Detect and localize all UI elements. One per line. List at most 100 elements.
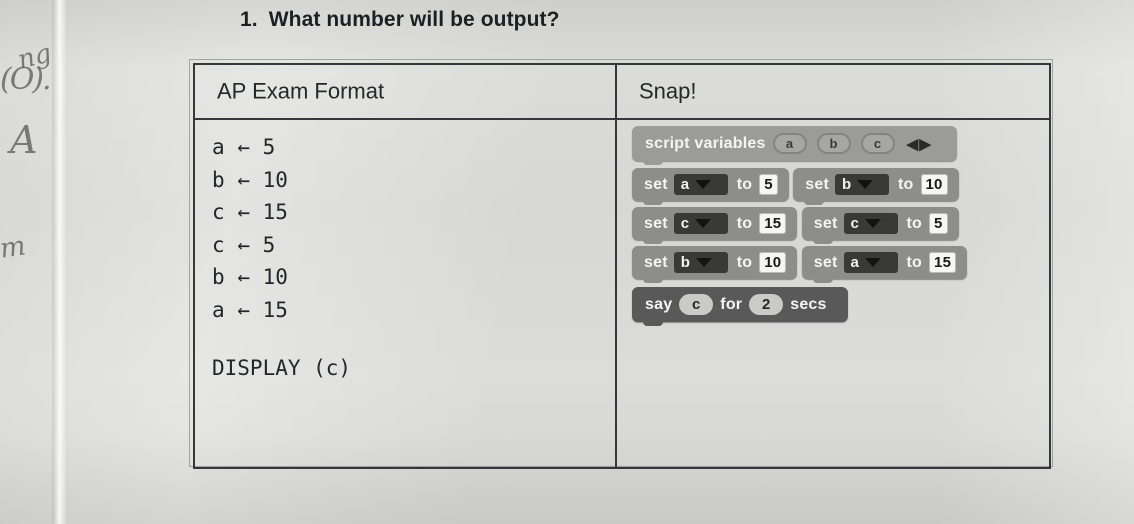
- assignment-arrow-icon: ←: [237, 167, 250, 192]
- say-keyword: say: [645, 295, 673, 313]
- set-block[interactable]: set a to 15: [801, 246, 968, 283]
- set-block[interactable]: set b to 10: [793, 168, 959, 205]
- script-variable-slot-c[interactable]: c: [860, 133, 895, 154]
- chevron-down-icon[interactable]: [865, 258, 882, 267]
- set-keyword: set: [813, 214, 838, 232]
- for-keyword: for: [720, 295, 743, 313]
- variable-dropdown[interactable]: c: [673, 213, 728, 234]
- variable-dropdown[interactable]: c: [843, 213, 898, 234]
- to-keyword: to: [736, 214, 753, 232]
- script-variable-slot-b[interactable]: b: [816, 133, 851, 154]
- pseudocode-var: c: [212, 200, 225, 224]
- value-input[interactable]: 10: [920, 174, 948, 195]
- assignment-arrow-icon: ←: [237, 297, 250, 322]
- say-seconds-slot[interactable]: 2: [749, 294, 784, 315]
- pseudocode-var: b: [212, 167, 225, 192]
- value-input[interactable]: 5: [759, 174, 778, 195]
- variable-dropdown[interactable]: b: [834, 174, 889, 195]
- table-body-row: a ← 5 b ← 10 c ← 15 c ← 5 b ← 10 a ← 15 …: [195, 120, 1049, 467]
- cell-snap-script: script variables a b c ◀ ▶ set a to 5 se…: [617, 120, 1049, 467]
- pseudocode-var: a: [212, 297, 225, 322]
- margin-note-4: m: [0, 230, 28, 265]
- value-input[interactable]: 10: [759, 252, 787, 273]
- secs-keyword: secs: [790, 295, 827, 313]
- snap-script-stack: script variables a b c ◀ ▶ set a to 5 se…: [632, 126, 1049, 326]
- variable-name: a: [680, 176, 690, 193]
- comparison-table: AP Exam Format Snap! a ← 5 b ← 10 c ← 15…: [193, 63, 1051, 469]
- header-cell-ap-exam-format: AP Exam Format: [195, 65, 617, 118]
- to-keyword: to: [736, 253, 753, 271]
- chevron-down-icon[interactable]: [865, 219, 882, 228]
- assignment-arrow-icon: ←: [237, 265, 250, 289]
- pseudocode-line: c ← 5: [212, 229, 351, 262]
- variable-name: c: [850, 215, 860, 232]
- to-keyword: to: [906, 253, 923, 271]
- set-keyword: set: [644, 253, 668, 271]
- set-block[interactable]: set c to 15: [632, 207, 798, 244]
- variable-name: b: [841, 176, 852, 193]
- question-text: What number will be output?: [268, 8, 560, 31]
- set-keyword: set: [805, 175, 829, 193]
- pseudocode-value: 5: [262, 135, 276, 159]
- pseudocode-value: 10: [262, 167, 288, 192]
- variable-dropdown[interactable]: a: [843, 252, 898, 273]
- pseudocode-var: c: [212, 232, 225, 257]
- pseudocode-listing: a ← 5 b ← 10 c ← 15 c ← 5 b ← 10 a ← 15 …: [212, 131, 351, 385]
- to-keyword: to: [736, 175, 753, 193]
- set-block[interactable]: set b to 10: [632, 246, 798, 283]
- pseudocode-line: c ← 15: [212, 196, 351, 229]
- script-variable-slot-a[interactable]: a: [772, 133, 807, 154]
- variable-name: b: [680, 254, 691, 271]
- question-heading: 1. What number will be output?: [240, 8, 560, 32]
- variable-dropdown[interactable]: b: [673, 252, 728, 273]
- variable-name: a: [850, 254, 860, 271]
- script-variables-label: script variables: [645, 134, 766, 152]
- pseudocode-blank-line: [212, 326, 351, 352]
- pseudocode-value: 15: [262, 200, 288, 224]
- right-arrow-icon[interactable]: ▶: [919, 135, 931, 153]
- pseudocode-line: b ← 10: [212, 164, 351, 197]
- assignment-arrow-icon: ←: [237, 232, 250, 257]
- set-keyword: set: [813, 253, 838, 271]
- cell-pseudocode: a ← 5 b ← 10 c ← 15 c ← 5 b ← 10 a ← 15 …: [195, 120, 617, 467]
- chevron-down-icon[interactable]: [857, 180, 874, 189]
- script-variables-block[interactable]: script variables a b c ◀ ▶: [632, 126, 957, 165]
- margin-note-2: (O).: [0, 62, 52, 97]
- say-for-secs-block[interactable]: say c for 2 secs: [632, 287, 848, 326]
- header-label-left: AP Exam Format: [217, 77, 385, 103]
- assignment-arrow-icon: ←: [237, 200, 250, 224]
- pseudocode-var: b: [212, 265, 225, 289]
- value-input[interactable]: 15: [929, 252, 957, 273]
- pseudocode-display-statement: DISPLAY (c): [212, 356, 352, 380]
- header-label-right: Snap!: [639, 77, 697, 103]
- value-input[interactable]: 15: [759, 213, 787, 234]
- say-message-slot[interactable]: c: [679, 294, 714, 315]
- pseudocode-value: 10: [262, 265, 288, 289]
- variable-name: c: [680, 215, 690, 232]
- table-header-row: AP Exam Format Snap!: [195, 65, 1049, 120]
- variable-dropdown[interactable]: a: [673, 174, 728, 195]
- set-keyword: set: [644, 175, 668, 193]
- pseudocode-line: a ← 5: [212, 131, 351, 164]
- pseudocode-line: b ← 10: [212, 261, 351, 294]
- to-keyword: to: [906, 214, 923, 232]
- value-input[interactable]: 5: [929, 213, 948, 234]
- pseudocode-var: a: [212, 135, 225, 159]
- question-number: 1.: [240, 8, 258, 31]
- pseudocode-value: 15: [262, 297, 288, 322]
- pseudocode-value: 5: [262, 232, 276, 257]
- to-keyword: to: [897, 175, 914, 193]
- assignment-arrow-icon: ←: [237, 135, 250, 159]
- page-fold-line: [52, 0, 68, 524]
- set-block[interactable]: set a to 5: [632, 168, 789, 205]
- variadic-arrows[interactable]: ◀ ▶: [907, 135, 932, 153]
- left-arrow-icon[interactable]: ◀: [907, 135, 919, 153]
- set-block[interactable]: set c to 5: [801, 207, 959, 244]
- margin-note-3: A: [10, 118, 38, 162]
- chevron-down-icon[interactable]: [695, 180, 712, 189]
- header-cell-snap: Snap!: [617, 65, 1049, 118]
- pseudocode-line: a ← 15: [212, 294, 351, 327]
- set-keyword: set: [644, 214, 668, 232]
- chevron-down-icon[interactable]: [695, 219, 712, 228]
- chevron-down-icon[interactable]: [696, 258, 713, 267]
